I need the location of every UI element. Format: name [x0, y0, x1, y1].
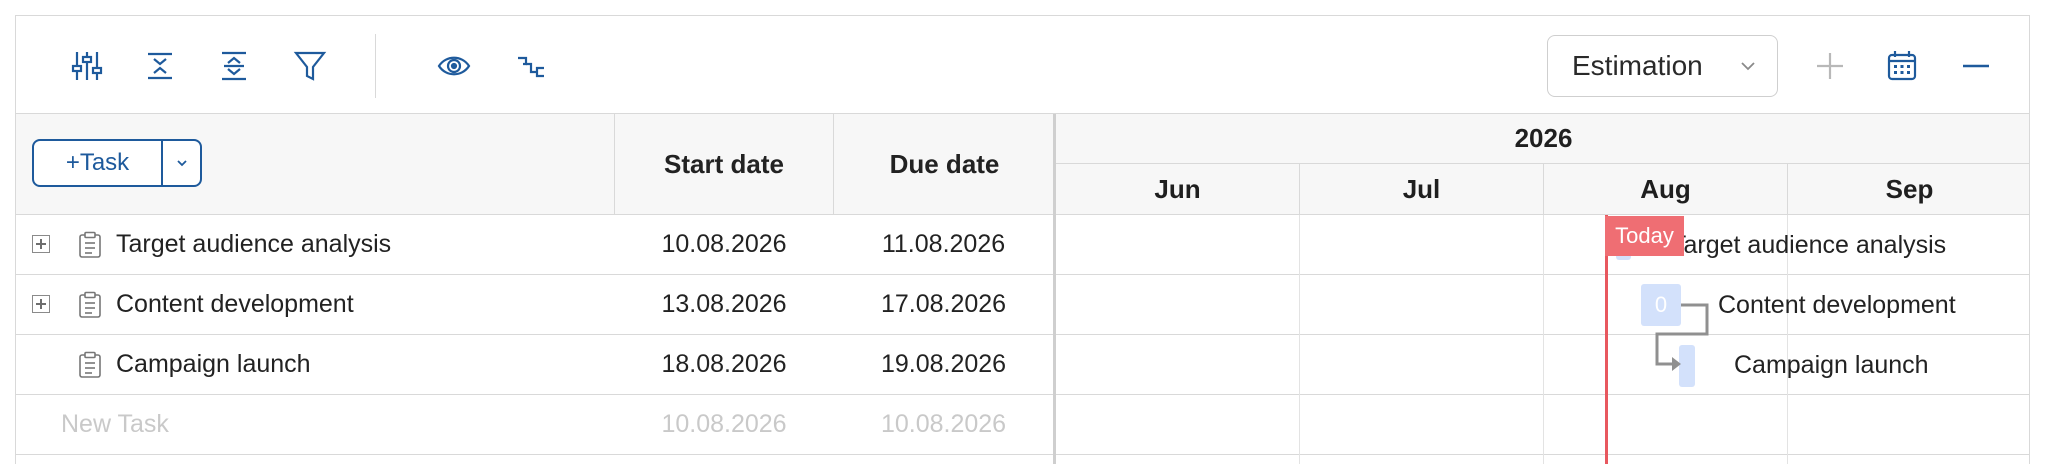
task-name: Campaign launch	[116, 350, 311, 378]
toolbar-divider	[375, 34, 376, 98]
add-task-split-button: +Task	[32, 139, 202, 187]
expand-icon[interactable]	[32, 295, 50, 313]
task-progress-value: 0	[1654, 292, 1668, 317]
chevron-down-icon	[1741, 62, 1755, 71]
view-icon[interactable]	[434, 46, 474, 86]
add-icon[interactable]	[1810, 46, 1850, 86]
new-task-start-date[interactable]: 10.08.2026	[615, 395, 833, 454]
today-marker-badge: Today	[1605, 216, 1684, 256]
timeline-header: 2026 Jun Jul Aug Sep	[1056, 114, 2029, 215]
task-name: Content development	[116, 290, 354, 318]
filter-icon[interactable]	[290, 46, 330, 86]
task-bar-label: Campaign launch	[1734, 351, 1929, 379]
column-settings-icon[interactable]	[67, 46, 107, 86]
view-mode-select[interactable]: Estimation	[1547, 35, 1778, 97]
timeline-month: Jun	[1154, 173, 1201, 204]
grid-header: +Task Start date Due date	[16, 114, 1056, 215]
task-due-date: 19.08.2026	[880, 350, 1007, 378]
task-start-date: 18.08.2026	[661, 350, 787, 378]
month-gridline	[1543, 215, 1544, 464]
gantt-widget: Estimation +Task Start date Due date 202…	[15, 15, 2030, 464]
collapse-all-icon[interactable]	[140, 46, 180, 86]
month-gridline	[1299, 215, 1300, 464]
expand-all-icon[interactable]	[214, 46, 254, 86]
calendar-icon[interactable]	[1882, 46, 1922, 86]
task-icon	[79, 291, 101, 318]
task-icon	[79, 231, 101, 258]
task-bar-label: Target audience analysis	[1671, 231, 1947, 259]
task-start-date: 13.08.2026	[661, 290, 787, 318]
chevron-down-icon	[176, 160, 187, 167]
new-task-due-date[interactable]: 10.08.2026	[834, 395, 1053, 454]
add-task-dropdown-button[interactable]	[163, 141, 200, 185]
task-bar[interactable]: 0	[1641, 284, 1681, 326]
toolbar: Estimation	[16, 16, 2029, 114]
task-name: Target audience analysis	[116, 230, 392, 258]
task-due-date: 11.08.2026	[881, 230, 1006, 258]
table-row[interactable]: Content development 13.08.2026 17.08.202…	[16, 275, 1056, 335]
view-mode-value: Estimation	[1572, 50, 1703, 81]
add-task-button[interactable]: +Task	[34, 141, 161, 185]
new-task-row[interactable]: New Task 10.08.2026 10.08.2026	[16, 395, 1056, 455]
table-row[interactable]: Target audience analysis 10.08.2026 11.0…	[16, 215, 1056, 275]
new-task-name[interactable]: New Task	[61, 395, 169, 454]
task-due-date: 17.08.2026	[880, 290, 1007, 318]
column-header-start-date[interactable]: Start date	[615, 114, 833, 214]
table-row[interactable]: Campaign launch 18.08.2026 19.08.2026	[16, 335, 1056, 395]
task-start-date: 10.08.2026	[661, 230, 787, 258]
task-icon	[79, 351, 101, 378]
task-bar[interactable]	[1679, 345, 1695, 387]
task-bar-label: Content development	[1718, 291, 1956, 319]
zoom-out-icon[interactable]	[1956, 46, 1996, 86]
timeline-year: 2026	[1056, 114, 2029, 164]
timeline-month: Aug	[1640, 173, 1691, 204]
column-header-due-date[interactable]: Due date	[834, 114, 1055, 214]
dependency-icon[interactable]	[511, 46, 551, 86]
expand-icon[interactable]	[32, 235, 50, 253]
timeline-month: Jul	[1402, 173, 1441, 204]
timeline-month: Sep	[1885, 173, 1934, 204]
